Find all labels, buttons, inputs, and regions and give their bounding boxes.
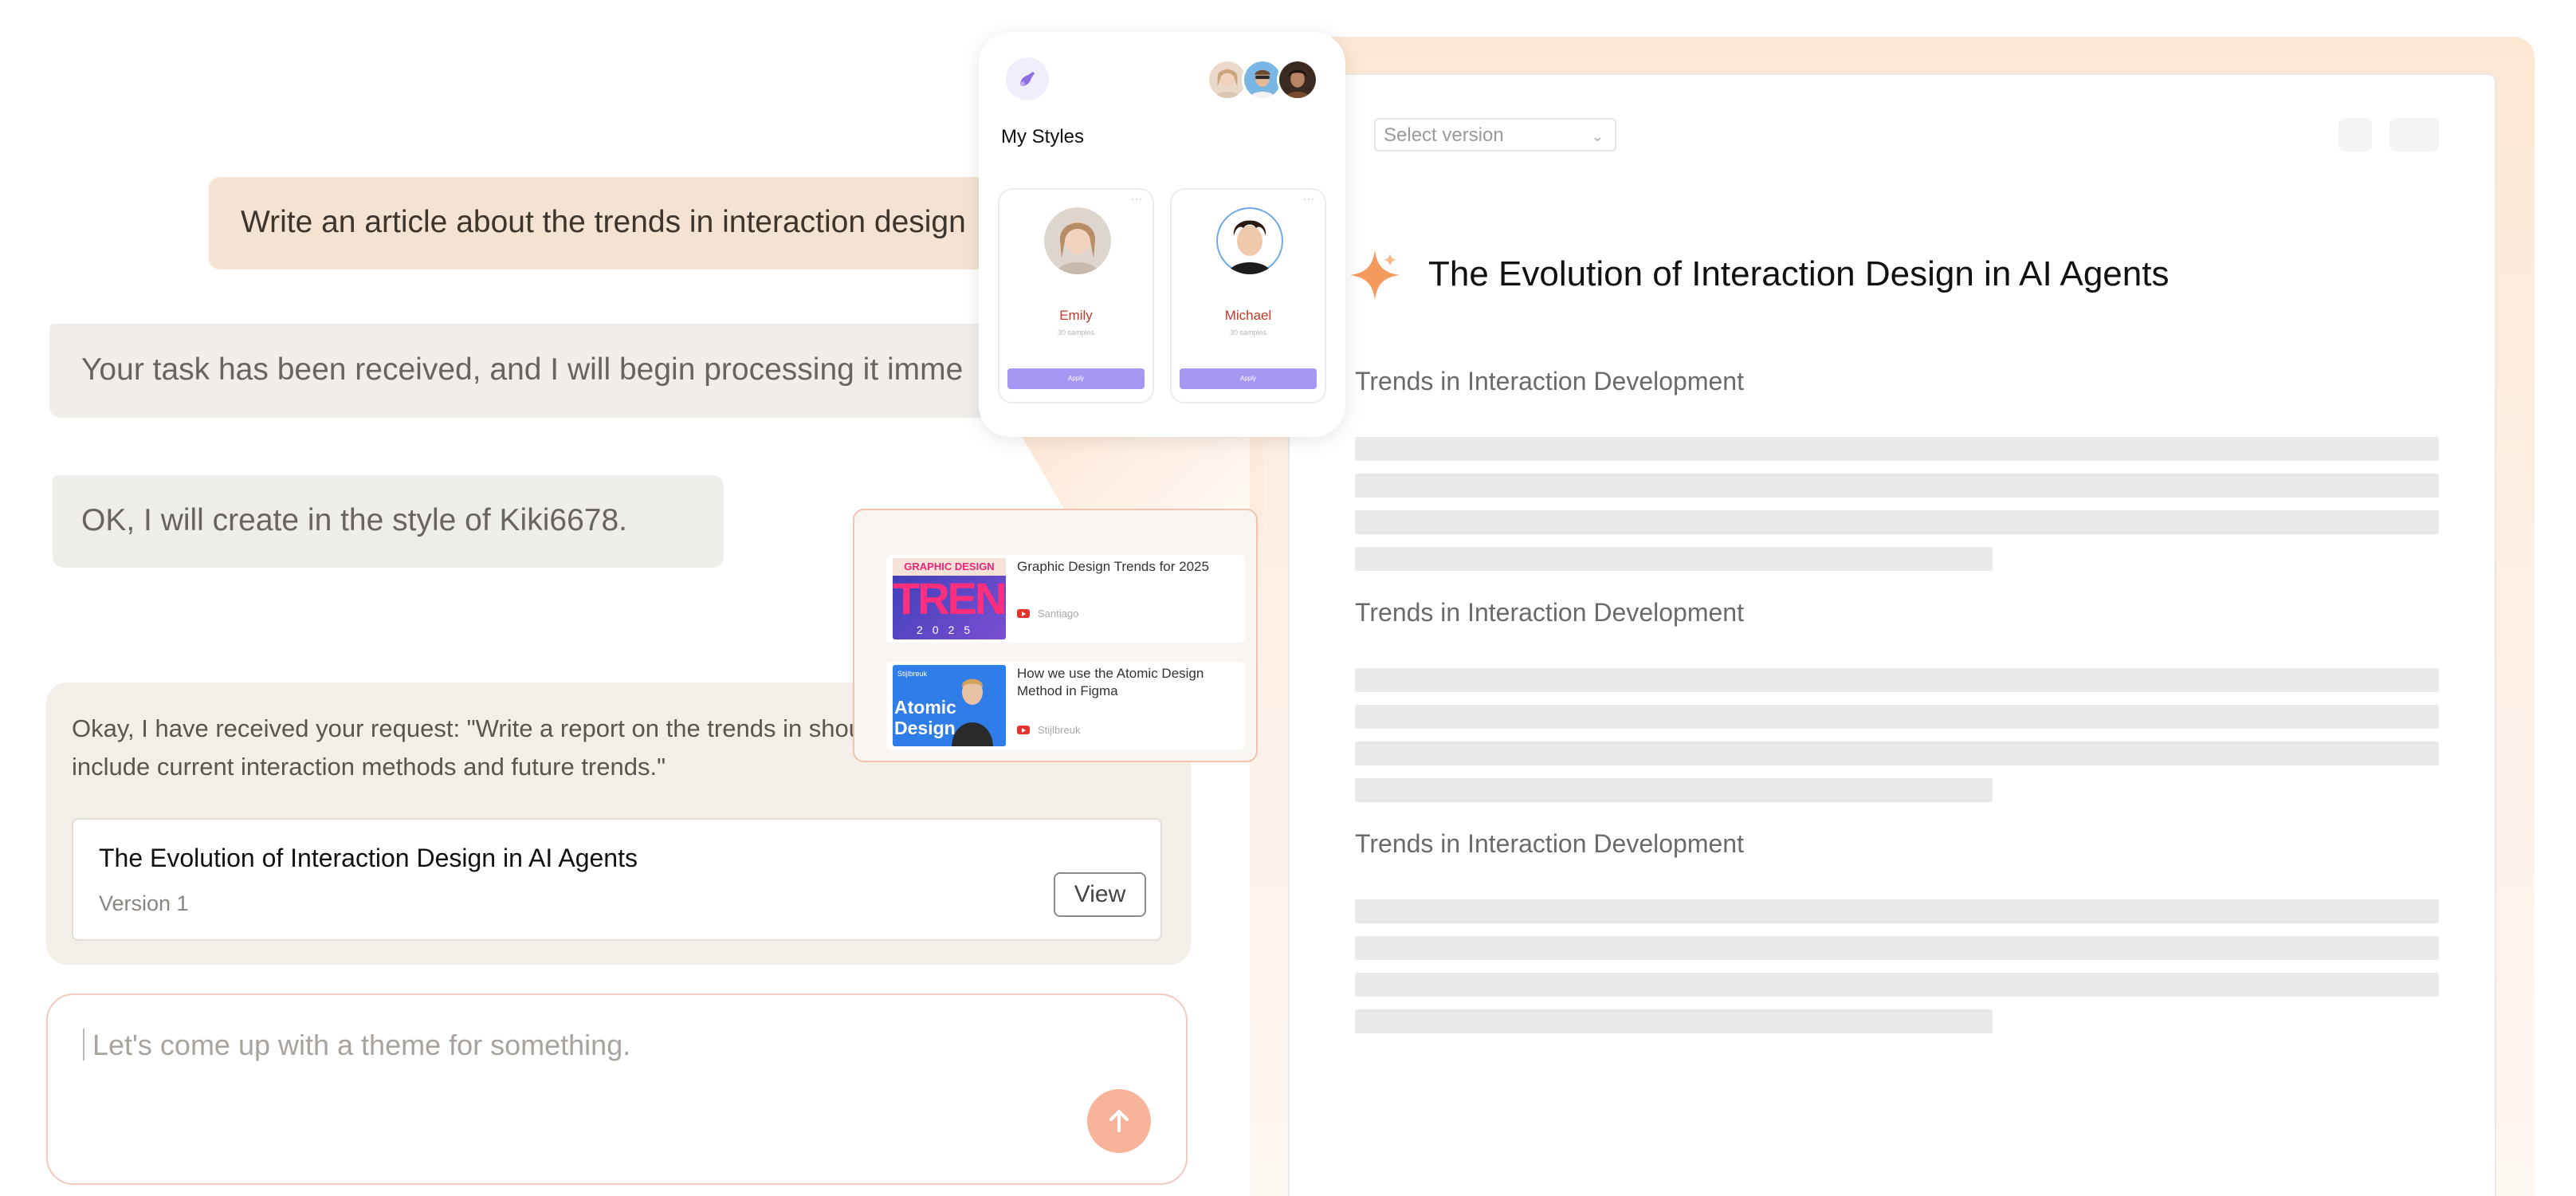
thumbnail-headline-line: Atomic — [894, 697, 956, 718]
avatar-stack — [1207, 59, 1326, 102]
reference-source: Stijlbreuk — [1017, 724, 1080, 736]
references-popup: GRAPHIC DESIGN TRENDS 2025 Graphic Desig… — [853, 509, 1258, 762]
section-heading: Trends in Interaction Development — [1355, 829, 1744, 858]
reference-source: Santiago — [1017, 608, 1078, 620]
profile-subtitle: 30 samples — [1229, 329, 1267, 336]
presenter-image — [952, 679, 993, 746]
chat-input-box[interactable] — [46, 993, 1188, 1185]
document-section: Trends in Interaction Development — [1355, 596, 2439, 802]
text-placeholder-line — [1355, 742, 2439, 765]
artifact-version: Version 1 — [99, 891, 189, 915]
apply-style-button[interactable]: Apply — [1180, 368, 1317, 389]
thumbnail-headline: TRENDS — [893, 573, 1006, 624]
thumbnail-headline-line: Design — [894, 718, 956, 738]
more-icon[interactable]: ··· — [1303, 193, 1315, 204]
send-button[interactable] — [1087, 1089, 1151, 1153]
reference-item[interactable]: GRAPHIC DESIGN TRENDS 2025 Graphic Desig… — [886, 555, 1245, 643]
avatar — [1277, 59, 1318, 100]
text-placeholder-line — [1355, 510, 2439, 534]
assistant-message-bubble: OK, I will create in the style of Kiki66… — [53, 475, 724, 568]
section-heading: Trends in Interaction Development — [1355, 367, 1744, 395]
profile-name: Emily — [1059, 308, 1093, 323]
thumbnail-brand: Stijlbreuk — [897, 670, 928, 678]
artifact-title: The Evolution of Interaction Design in A… — [99, 844, 638, 872]
arrow-up-icon — [1109, 1110, 1129, 1132]
text-placeholder-line — [1355, 705, 2439, 729]
text-placeholder-line — [1355, 437, 2439, 461]
youtube-icon — [1017, 609, 1030, 618]
profile-subtitle: 30 samples — [1057, 329, 1095, 336]
reference-source-name: Santiago — [1038, 608, 1079, 620]
profile-name: Michael — [1224, 308, 1272, 323]
text-placeholder-line — [1355, 1009, 1993, 1033]
response-text: Okay, I have received your request: "Wri… — [72, 714, 882, 781]
version-select[interactable]: Select version ⌄ — [1374, 118, 1616, 151]
view-button[interactable]: View — [1054, 872, 1146, 917]
avatar — [1216, 207, 1283, 274]
text-placeholder-line — [1355, 778, 1993, 802]
text-placeholder-line — [1355, 474, 2439, 498]
reference-title: How we use the Atomic Design Method in F… — [1017, 666, 1204, 698]
text-placeholder-line — [1355, 899, 2439, 923]
brush-icon — [1006, 57, 1049, 100]
text-placeholder-line — [1355, 668, 2439, 692]
style-profile-card[interactable]: ··· Emily 30 samples Apply — [998, 188, 1154, 403]
toolbar-button-small[interactable] — [2338, 118, 2372, 151]
video-thumbnail: Stijlbreuk Atomic Design — [893, 665, 1006, 746]
thumbnail-year: 2025 — [917, 624, 980, 636]
reference-title: Graphic Design Trends for 2025 — [1017, 559, 1209, 574]
text-placeholder-line — [1355, 936, 2439, 960]
chevron-down-icon: ⌄ — [1591, 128, 1604, 144]
reference-item[interactable]: Stijlbreuk Atomic Design How we use the … — [886, 662, 1245, 749]
section-heading: Trends in Interaction Development — [1355, 598, 1744, 627]
document-title: The Evolution of Interaction Design in A… — [1428, 254, 2170, 293]
toolbar-button-wide[interactable] — [2389, 118, 2439, 151]
document-section: Trends in Interaction Development — [1355, 828, 2439, 1033]
my-styles-title: My Styles — [1001, 126, 1085, 148]
avatar — [1044, 207, 1111, 274]
text-placeholder-line — [1355, 547, 1993, 571]
assistant-message-bubble: Your task has been received, and I will … — [49, 324, 1125, 418]
version-select-placeholder: Select version — [1384, 124, 1504, 146]
chat-input[interactable] — [81, 1025, 1038, 1065]
apply-style-button[interactable]: Apply — [1007, 368, 1145, 389]
video-thumbnail: GRAPHIC DESIGN TRENDS 2025 — [893, 558, 1006, 639]
text-placeholder-line — [1355, 973, 2439, 997]
document-artifact-card[interactable]: The Evolution of Interaction Design in A… — [72, 818, 1162, 941]
style-profile-card[interactable]: ··· Michael 30 samples Apply — [1170, 188, 1326, 403]
more-icon[interactable]: ··· — [1131, 193, 1143, 204]
document-section: Trends in Interaction Development — [1355, 365, 2439, 571]
my-styles-popup: My Styles ··· Emily 30 samples Apply ···… — [979, 32, 1345, 437]
sparkle-icon — [1350, 250, 1400, 300]
youtube-icon — [1017, 726, 1030, 734]
thumbnail-headline: Atomic Design — [894, 697, 956, 738]
reference-source-name: Stijlbreuk — [1038, 724, 1081, 736]
